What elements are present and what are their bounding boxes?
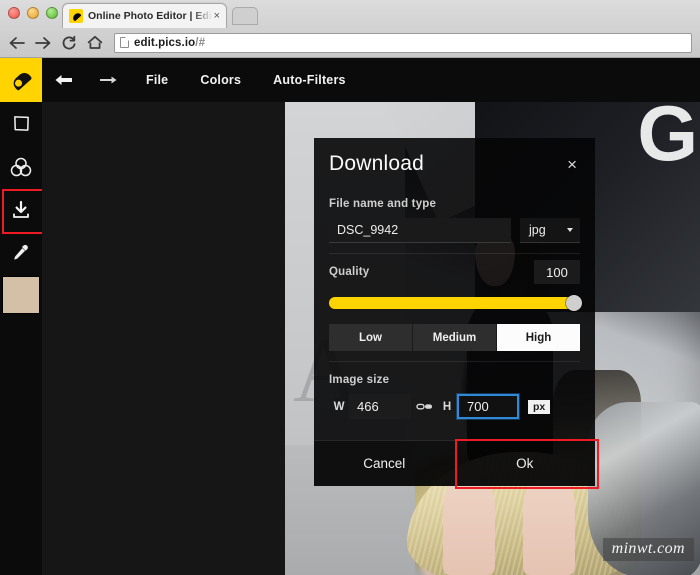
download-dialog: Download × File name and type jpg: [314, 138, 599, 489]
photo-backdrop-letter: G: [637, 102, 698, 177]
page-document-icon: [120, 37, 129, 48]
slider-fill: [329, 297, 580, 309]
undo-button[interactable]: [42, 58, 86, 102]
unit-badge[interactable]: px: [528, 399, 551, 414]
tool-sidebar: [0, 102, 44, 575]
back-arrow-icon[interactable]: [8, 34, 25, 51]
image-size-label: Image size: [329, 374, 390, 386]
quality-header: Quality 100: [329, 258, 580, 286]
photo-model-leg-right: [523, 477, 575, 575]
width-label: W: [333, 400, 345, 413]
ok-button[interactable]: Ok: [454, 439, 599, 489]
height-label: H: [442, 400, 452, 413]
filename-section-label: File name and type: [329, 198, 437, 210]
filename-section: File name and type jpg: [329, 198, 580, 258]
window-controls: [8, 7, 58, 19]
download-tool[interactable]: [0, 188, 44, 234]
foreground-color-swatch[interactable]: [2, 276, 40, 314]
tab-title: Online Photo Editor | Edit.p: [88, 10, 212, 22]
height-input[interactable]: [457, 394, 519, 419]
filename-input[interactable]: [329, 218, 511, 243]
pen-favicon-icon: [69, 9, 83, 23]
browser-tab[interactable]: Online Photo Editor | Edit.p ×: [62, 3, 227, 28]
home-icon[interactable]: [86, 34, 103, 51]
slider-handle[interactable]: [566, 295, 582, 311]
filetype-select[interactable]: jpg: [520, 218, 580, 243]
tab-strip: Online Photo Editor | Edit.p ×: [0, 0, 700, 28]
image-size-section: Image size W H px: [329, 374, 580, 423]
menu-colors[interactable]: Colors: [184, 58, 257, 102]
menu-file[interactable]: File: [130, 58, 184, 102]
width-input[interactable]: [349, 394, 411, 419]
redo-button[interactable]: [86, 58, 130, 102]
divider: [329, 361, 580, 362]
dialog-footer: Cancel Ok: [314, 439, 599, 489]
cancel-button[interactable]: Cancel: [314, 441, 455, 486]
editor-menu-row: File Colors Auto-Filters: [42, 58, 362, 102]
divider: [329, 253, 580, 254]
quality-preset-group: Low Medium High: [329, 324, 580, 351]
url-host: edit.pics.io: [134, 36, 196, 49]
address-bar[interactable]: edit.pics.io/#: [114, 32, 692, 53]
quality-preset-medium[interactable]: Medium: [412, 324, 496, 351]
minimize-window-button[interactable]: [27, 7, 39, 19]
quality-preset-high[interactable]: High: [496, 324, 580, 351]
dialog-header: Download ×: [314, 138, 595, 190]
image-size-row: W H px: [329, 394, 580, 419]
quality-section: Quality 100 Low Medium High: [329, 258, 582, 366]
chain-link-icon[interactable]: [411, 401, 437, 412]
reload-icon[interactable]: [60, 34, 77, 51]
crop-tool[interactable]: [0, 102, 42, 145]
download-icon: [13, 200, 29, 218]
quality-value[interactable]: 100: [534, 260, 580, 284]
quality-slider[interactable]: [329, 295, 582, 311]
crop-icon: [13, 116, 29, 131]
new-tab-button[interactable]: [232, 7, 258, 25]
pics-io-logo[interactable]: [0, 58, 42, 102]
quality-preset-low[interactable]: Low: [329, 324, 412, 351]
url-path: /#: [195, 36, 206, 49]
browser-chrome: Online Photo Editor | Edit.p × edit.pics…: [0, 0, 700, 58]
menu-auto-filters[interactable]: Auto-Filters: [257, 58, 362, 102]
filename-row: jpg: [329, 218, 580, 243]
dialog-title: Download: [329, 152, 424, 175]
eyedropper-tool[interactable]: [0, 231, 42, 274]
color-circles-icon: [10, 157, 32, 176]
dialog-body: File name and type jpg Quality 100: [314, 190, 595, 440]
pen-icon: [10, 69, 32, 91]
watermark: minwt.com: [602, 538, 694, 561]
close-icon[interactable]: ×: [565, 153, 579, 176]
eyedropper-icon: [14, 244, 28, 260]
zoom-window-button[interactable]: [46, 7, 58, 19]
chevron-down-icon: [567, 228, 573, 232]
url-text: edit.pics.io/#: [134, 37, 205, 49]
quality-label: Quality: [329, 266, 370, 278]
filetype-value: jpg: [529, 223, 546, 237]
adjust-tool[interactable]: [0, 145, 42, 188]
forward-arrow-icon[interactable]: [34, 34, 51, 51]
app-root: Online Photo Editor | Edit.p × edit.pics…: [0, 0, 700, 575]
photo-model-leg-left: [443, 477, 495, 575]
close-window-button[interactable]: [8, 7, 20, 19]
editor-toolbar: File Colors Auto-Filters: [0, 58, 700, 102]
tab-close-icon[interactable]: ×: [212, 10, 220, 22]
navigation-bar: edit.pics.io/#: [0, 28, 700, 57]
